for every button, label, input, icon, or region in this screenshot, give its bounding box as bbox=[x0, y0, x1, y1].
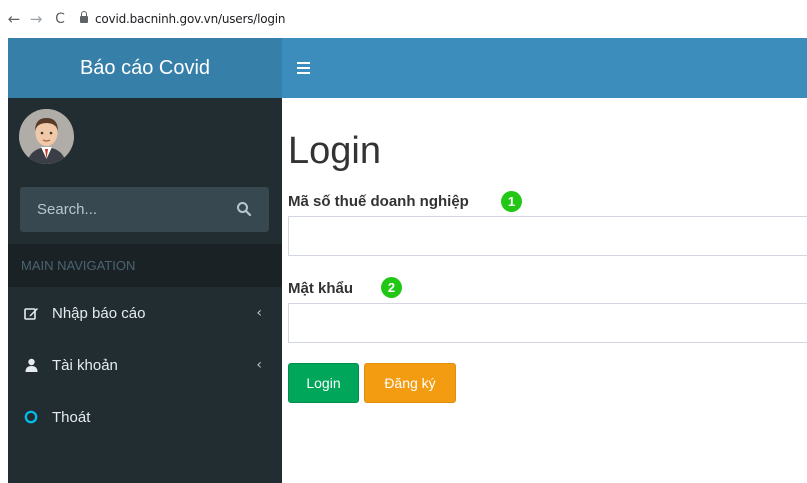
tax-id-input[interactable] bbox=[288, 216, 807, 256]
chevron-left-icon: ‹ bbox=[256, 305, 262, 321]
nav-header: MAIN NAVIGATION bbox=[8, 244, 282, 287]
password-input[interactable] bbox=[288, 303, 807, 343]
arrow-right-icon[interactable]: → bbox=[26, 10, 46, 28]
browser-toolbar: ← → C covid.bacninh.gov.vn/users/login bbox=[0, 0, 807, 38]
password-label: Mật khẩu bbox=[288, 280, 354, 297]
sidebar-item-nhap-bao-cao[interactable]: Nhập báo cáo ‹ bbox=[8, 287, 282, 339]
sidebar-item-tai-khoan[interactable]: Tài khoản ‹ bbox=[8, 339, 282, 391]
sidebar-item-label: Tài khoản bbox=[52, 356, 118, 374]
user-icon bbox=[23, 357, 39, 373]
arrow-left-icon[interactable]: ← bbox=[4, 10, 24, 28]
search-input[interactable] bbox=[20, 201, 220, 218]
page-title: Login bbox=[288, 130, 381, 172]
sidebar: Báo cáo Covid MAIN NAVIGATION bbox=[8, 38, 282, 483]
brand-logo[interactable]: Báo cáo Covid bbox=[8, 38, 282, 98]
step-badge-2: 2 bbox=[381, 277, 402, 298]
edit-icon bbox=[23, 305, 39, 321]
hamburger-menu-icon[interactable] bbox=[297, 62, 310, 74]
address-bar[interactable]: covid.bacninh.gov.vn/users/login bbox=[80, 9, 286, 29]
user-avatar-icon bbox=[19, 109, 74, 164]
tax-id-label: Mã số thuế doanh nghiệp bbox=[288, 193, 469, 210]
login-form: Login Mã số thuế doanh nghiệp 1 Mật khẩu… bbox=[282, 98, 807, 483]
top-header bbox=[282, 38, 807, 98]
sidebar-item-label: Nhập báo cáo bbox=[52, 304, 146, 322]
sidebar-item-thoat[interactable]: Thoát bbox=[8, 391, 282, 443]
circle-icon bbox=[23, 409, 39, 425]
chevron-left-icon: ‹ bbox=[256, 357, 262, 373]
avatar bbox=[19, 109, 74, 164]
url-text: covid.bacninh.gov.vn/users/login bbox=[95, 12, 286, 26]
sidebar-item-label: Thoát bbox=[52, 408, 91, 426]
register-button[interactable]: Đăng ký bbox=[364, 363, 456, 403]
main-content: Login Mã số thuế doanh nghiệp 1 Mật khẩu… bbox=[282, 98, 807, 483]
step-badge-1: 1 bbox=[501, 191, 522, 212]
search-box bbox=[20, 187, 269, 232]
search-icon[interactable] bbox=[236, 201, 252, 217]
login-button[interactable]: Login bbox=[288, 363, 359, 403]
lock-icon bbox=[80, 11, 88, 25]
reload-icon[interactable]: C bbox=[50, 11, 70, 27]
